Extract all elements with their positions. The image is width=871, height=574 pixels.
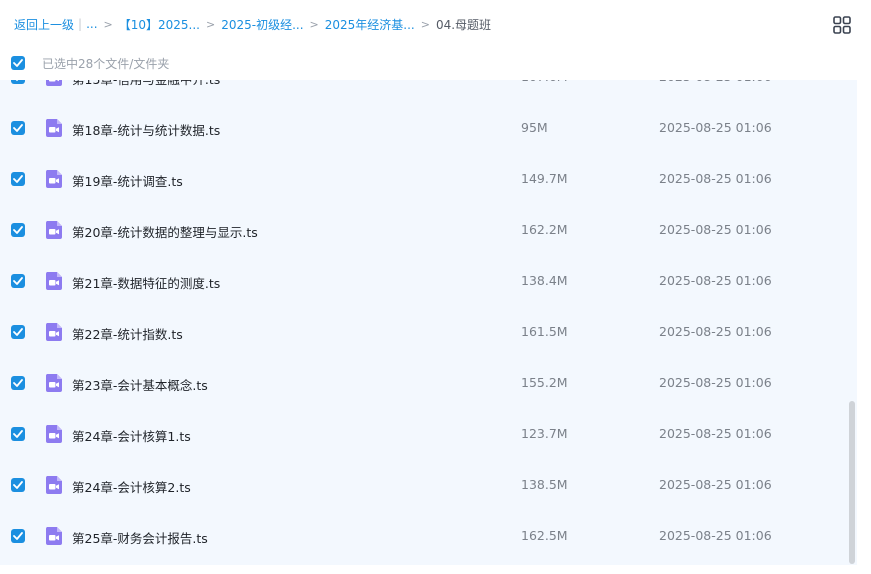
breadcrumb-separator: > — [309, 17, 319, 31]
file-date: 2025-08-25 01:06 — [659, 375, 772, 390]
breadcrumb-item[interactable]: 2025年经济基... — [325, 16, 415, 33]
file-name[interactable]: 第22章-统计指数.ts — [72, 324, 183, 343]
grid-view-icon[interactable] — [833, 16, 851, 34]
breadcrumb-separator: > — [103, 17, 113, 31]
selection-count: 已选中28个文件/文件夹 — [42, 56, 170, 71]
file-row[interactable]: 第24章-会计核算1.ts 123.7M 2025-08-25 01:06 — [0, 408, 857, 459]
top-bar: 返回上一级 | ... > 【10】2025... > 2025-初级经... … — [0, 0, 871, 46]
file-size: 162.2M — [521, 222, 568, 237]
row-checkbox[interactable] — [11, 376, 25, 390]
file-date: 2025-08-25 01:06 — [659, 80, 772, 84]
breadcrumb-divider: | — [78, 17, 83, 31]
row-checkbox[interactable] — [11, 274, 25, 288]
file-size: 149.7M — [521, 171, 568, 186]
row-checkbox[interactable] — [11, 80, 25, 84]
file-size: 155.2M — [521, 375, 568, 390]
file-date: 2025-08-25 01:06 — [659, 171, 772, 186]
video-file-icon — [44, 80, 64, 87]
file-date: 2025-08-25 01:06 — [659, 222, 772, 237]
back-link[interactable]: 返回上一级 — [14, 16, 74, 33]
video-file-icon — [44, 322, 64, 342]
video-file-icon — [44, 169, 64, 189]
video-file-icon — [44, 118, 64, 138]
row-checkbox[interactable] — [11, 325, 25, 339]
row-checkbox[interactable] — [11, 223, 25, 237]
file-row[interactable]: 第19章-统计调查.ts 149.7M 2025-08-25 01:06 — [0, 153, 857, 204]
file-row[interactable]: 第24章-会计核算2.ts 138.5M 2025-08-25 01:06 — [0, 459, 857, 510]
file-row[interactable]: 第20章-统计数据的整理与显示.ts 162.2M 2025-08-25 01:06 — [0, 204, 857, 255]
breadcrumb-item[interactable]: 【10】2025... — [119, 16, 200, 33]
video-file-icon — [44, 526, 64, 546]
breadcrumb-ellipsis[interactable]: ... — [86, 17, 97, 31]
file-list[interactable]: 第15章-信用与金融中介.ts107.6M2025-08-25 01:06第18… — [0, 80, 857, 565]
row-checkbox[interactable] — [11, 478, 25, 492]
file-date: 2025-08-25 01:06 — [659, 426, 772, 441]
breadcrumb-item[interactable]: 2025-初级经... — [221, 16, 303, 33]
file-size: 123.7M — [521, 426, 568, 441]
file-row[interactable]: 第22章-统计指数.ts 161.5M 2025-08-25 01:06 — [0, 306, 857, 357]
row-checkbox[interactable] — [11, 427, 25, 441]
file-size: 161.5M — [521, 324, 568, 339]
file-date: 2025-08-25 01:06 — [659, 477, 772, 492]
file-name[interactable]: 第19章-统计调查.ts — [72, 171, 183, 190]
file-name[interactable]: 第18章-统计与统计数据.ts — [72, 120, 220, 139]
file-row[interactable]: 第15章-信用与金融中介.ts 107.6M 2025-08-25 01:06 — [0, 80, 857, 102]
file-name[interactable]: 第23章-会计基本概念.ts — [72, 375, 208, 394]
video-file-icon — [44, 475, 64, 495]
file-row[interactable]: 第23章-会计基本概念.ts 155.2M 2025-08-25 01:06 — [0, 357, 857, 408]
file-size: 107.6M — [521, 80, 568, 84]
file-name[interactable]: 第24章-会计核算2.ts — [72, 477, 191, 496]
video-file-icon — [44, 220, 64, 240]
file-row[interactable]: 第21章-数据特征的测度.ts 138.4M 2025-08-25 01:06 — [0, 255, 857, 306]
video-file-icon — [44, 271, 64, 291]
video-file-icon — [44, 424, 64, 444]
breadcrumb: 返回上一级 | ... > 【10】2025... > 2025-初级经... … — [14, 15, 491, 33]
breadcrumb-separator: > — [206, 17, 216, 31]
file-size: 138.4M — [521, 273, 568, 288]
file-date: 2025-08-25 01:06 — [659, 120, 772, 135]
file-date: 2025-08-25 01:06 — [659, 273, 772, 288]
breadcrumb-separator: > — [420, 17, 430, 31]
file-name[interactable]: 第15章-信用与金融中介.ts — [72, 80, 220, 88]
row-checkbox[interactable] — [11, 172, 25, 186]
file-name[interactable]: 第20章-统计数据的整理与显示.ts — [72, 222, 258, 241]
file-date: 2025-08-25 01:06 — [659, 528, 772, 543]
file-name[interactable]: 第24章-会计核算1.ts — [72, 426, 191, 445]
select-all-checkbox[interactable] — [11, 56, 25, 70]
scrollbar-thumb[interactable] — [849, 401, 855, 564]
file-row[interactable]: 第25章-财务会计报告.ts 162.5M 2025-08-25 01:06 — [0, 510, 857, 561]
file-size: 138.5M — [521, 477, 568, 492]
file-size: 162.5M — [521, 528, 568, 543]
video-file-icon — [44, 373, 64, 393]
breadcrumb-current: 04.母题班 — [435, 17, 492, 32]
row-checkbox[interactable] — [11, 121, 25, 135]
row-checkbox[interactable] — [11, 529, 25, 543]
file-name[interactable]: 第21章-数据特征的测度.ts — [72, 273, 220, 292]
file-size: 95M — [521, 120, 548, 135]
file-name[interactable]: 第25章-财务会计报告.ts — [72, 528, 208, 547]
selection-bar: 已选中28个文件/文件夹 — [0, 46, 871, 80]
file-row[interactable]: 第18章-统计与统计数据.ts 95M 2025-08-25 01:06 — [0, 102, 857, 153]
file-date: 2025-08-25 01:06 — [659, 324, 772, 339]
